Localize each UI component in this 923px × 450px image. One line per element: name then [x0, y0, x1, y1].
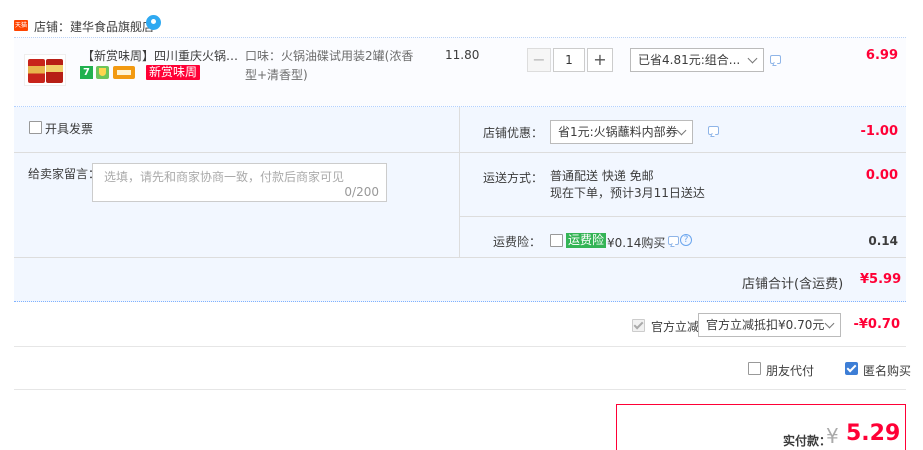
- divider: [14, 389, 906, 390]
- anonymous-label: 匿名购买: [863, 364, 912, 378]
- chevron-down-icon: [747, 53, 758, 64]
- seven-day-return-icon: 7: [80, 66, 93, 79]
- coupon-select-value: 省1元:火锅蘸料内部券: [558, 125, 678, 139]
- product-title[interactable]: 【新赏味周】四川重庆火锅油碟香油蘸料小包装: [82, 47, 242, 64]
- shipping-label: 运送方式：: [483, 171, 544, 185]
- coupon-label: 店铺优惠：: [483, 126, 544, 140]
- divider: [459, 152, 906, 153]
- insurance-tag: 运费险: [566, 233, 607, 248]
- payment-amount: 5.29: [846, 421, 901, 446]
- chevron-down-icon: [676, 125, 687, 136]
- divider: [14, 346, 906, 347]
- quantity-decrease-button[interactable]: −: [527, 48, 551, 72]
- chat-icon[interactable]: [146, 15, 161, 30]
- platform-discount-select-value: 官方立减抵扣¥0.70元: [706, 318, 825, 332]
- product-can-image: [28, 59, 45, 83]
- shop-total-value: ¥5.99: [860, 272, 902, 287]
- item-discount-select[interactable]: 已省4.81元:组合...: [630, 48, 764, 72]
- quantity-input[interactable]: 1: [553, 48, 585, 72]
- divider: [14, 257, 906, 258]
- anonymous-checkbox[interactable]: [845, 362, 858, 375]
- insurance-value: 0.14: [868, 234, 898, 248]
- message-placeholder: 选填，请先和商家协商一致，付款后商家可见: [104, 170, 345, 184]
- comment-icon[interactable]: [770, 55, 781, 64]
- sku-info: 口味：火锅油碟试用装2罐(浓香型+清香型): [245, 49, 414, 82]
- shop-total-label: 店铺合计(含运费): [742, 277, 844, 292]
- help-icon[interactable]: ?: [680, 234, 692, 246]
- divider: [459, 216, 906, 217]
- message-label: 给卖家留言：: [28, 167, 101, 181]
- comment-icon[interactable]: [668, 236, 679, 245]
- friend-pay-checkbox[interactable]: [748, 362, 761, 375]
- comment-icon[interactable]: [708, 126, 719, 135]
- insurance-label: 运费险：: [493, 235, 542, 249]
- insurance-price: ¥0.14购买: [607, 236, 666, 250]
- coupon-value: -1.00: [860, 124, 898, 139]
- item-discount-value: 已省4.81元:组合...: [638, 53, 741, 67]
- tmall-badge-icon: 天猫: [14, 20, 28, 31]
- chevron-down-icon: [824, 318, 835, 329]
- invoice-checkbox[interactable]: [29, 121, 42, 134]
- product-can-image: [46, 59, 63, 83]
- coupon-select[interactable]: 省1元:火锅蘸料内部券: [550, 120, 693, 144]
- platform-discount-checkbox: [632, 319, 645, 332]
- platform-discount-label: 官方立减: [651, 320, 700, 334]
- friend-pay-label: 朋友代付: [766, 364, 815, 378]
- platform-discount-select[interactable]: 官方立减抵扣¥0.70元: [698, 313, 841, 337]
- currency-symbol: ¥: [826, 424, 839, 448]
- shop-name[interactable]: 店铺：建华食品旗舰店: [34, 18, 154, 35]
- message-textarea[interactable]: 选填，请先和商家协商一致，付款后商家可见 0/200: [92, 163, 387, 202]
- divider: [459, 107, 460, 257]
- platform-discount-value: -¥0.70: [853, 317, 900, 332]
- shipping-method: 普通配送 快递 免邮: [550, 169, 654, 183]
- product-thumbnail[interactable]: [24, 54, 66, 86]
- divider: [14, 152, 459, 153]
- item-subtotal: 6.99: [865, 48, 898, 63]
- invoice-label: 开具发票: [45, 122, 94, 136]
- guarantee-icon: [96, 66, 109, 79]
- shipping-eta: 现在下单，预计3月11日送达: [550, 186, 705, 200]
- message-char-count: 0/200: [344, 185, 379, 199]
- promo-tag: 新赏味周: [146, 65, 201, 80]
- shipping-value: 0.00: [865, 168, 898, 183]
- quantity-increase-button[interactable]: +: [587, 48, 613, 72]
- payment-label: 实付款：: [783, 434, 832, 448]
- insurance-checkbox[interactable]: [550, 234, 563, 247]
- credit-card-icon: [113, 66, 135, 79]
- unit-price: 11.80: [445, 48, 480, 62]
